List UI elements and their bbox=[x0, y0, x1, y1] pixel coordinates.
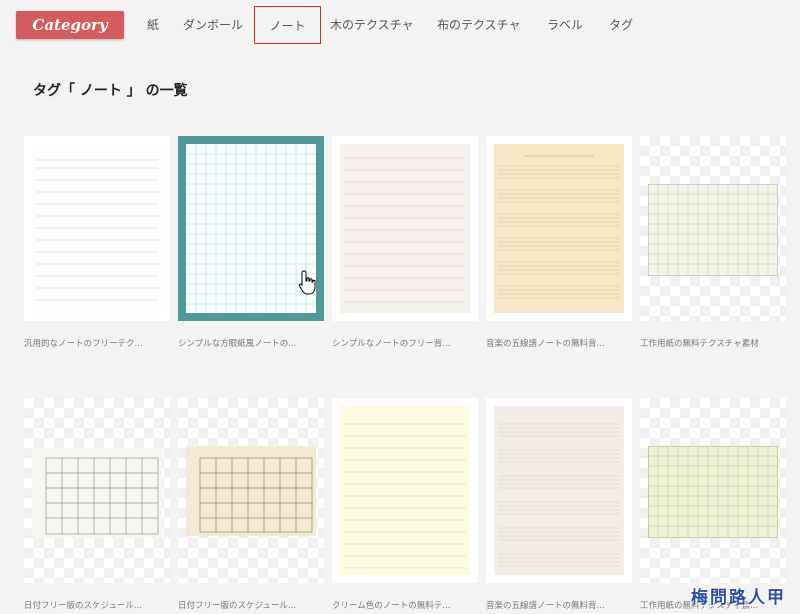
thumbnail-caption[interactable]: 音楽の五線譜ノートの無料背... bbox=[486, 599, 632, 611]
thumbnail-card[interactable] bbox=[178, 398, 324, 583]
thumbnail-caption[interactable]: 音楽の五線譜ノートの無料背... bbox=[486, 337, 632, 349]
music-staff-image bbox=[494, 406, 624, 575]
thumbnail-card[interactable] bbox=[640, 136, 786, 321]
nav-item-paper[interactable]: 紙 bbox=[147, 6, 159, 44]
thumbnail-caption[interactable]: 工作用紙の無料テクスチャ素材 bbox=[640, 337, 786, 349]
thumbnail-card[interactable] bbox=[486, 136, 632, 321]
thumbnail-caption[interactable]: シンプルなノートのフリー背... bbox=[332, 337, 478, 349]
nav-item-tag[interactable]: タグ bbox=[609, 6, 633, 44]
grid-note-image bbox=[186, 144, 316, 313]
thumbnail-card[interactable] bbox=[332, 136, 478, 321]
thumbnail-card[interactable] bbox=[332, 398, 478, 583]
thumbnail-caption[interactable]: 日付フリー版のスケジュール... bbox=[24, 599, 170, 611]
thumbnail-caption[interactable]: 日付フリー版のスケジュール... bbox=[178, 599, 324, 611]
schedule-image bbox=[32, 448, 162, 538]
ruled-note-image bbox=[340, 406, 470, 575]
hand-cursor-icon bbox=[298, 270, 316, 295]
category-logo[interactable]: Category bbox=[16, 11, 124, 39]
category-nav: Category 紙 ダンボール ノート 木のテクスチャ 布のテクスチャ ラベル… bbox=[0, 0, 800, 52]
thumbnail-card[interactable] bbox=[486, 398, 632, 583]
thumbnail-caption[interactable]: クリーム色のノートの無料テ... bbox=[332, 599, 478, 611]
nav-item-note[interactable]: ノート bbox=[254, 6, 321, 44]
craft-paper-image bbox=[648, 184, 778, 276]
nav-item-cloth-texture[interactable]: 布のテクスチャ bbox=[437, 6, 521, 44]
schedule-image bbox=[186, 446, 316, 536]
ruled-note-image bbox=[340, 144, 470, 313]
thumbnail-caption[interactable]: 汎用的なノートのフリーテク... bbox=[24, 337, 170, 349]
music-staff-image bbox=[494, 144, 624, 313]
nav-item-wood-texture[interactable]: 木のテクスチャ bbox=[330, 6, 414, 44]
thumbnail-caption[interactable]: シンプルな方眼紙風ノートの... bbox=[178, 337, 324, 349]
ruled-note-image bbox=[32, 144, 162, 313]
watermark-text: 梅問路人甲 bbox=[691, 588, 786, 608]
thumbnail-card[interactable] bbox=[640, 398, 786, 583]
thumbnail-card[interactable] bbox=[24, 136, 170, 321]
nav-item-cardboard[interactable]: ダンボール bbox=[183, 6, 243, 44]
nav-item-label[interactable]: ラベル bbox=[547, 6, 583, 44]
thumbnail-card[interactable] bbox=[24, 398, 170, 583]
craft-paper-image bbox=[648, 446, 778, 538]
page-title: タグ「 ノート 」 の一覧 bbox=[33, 83, 188, 99]
